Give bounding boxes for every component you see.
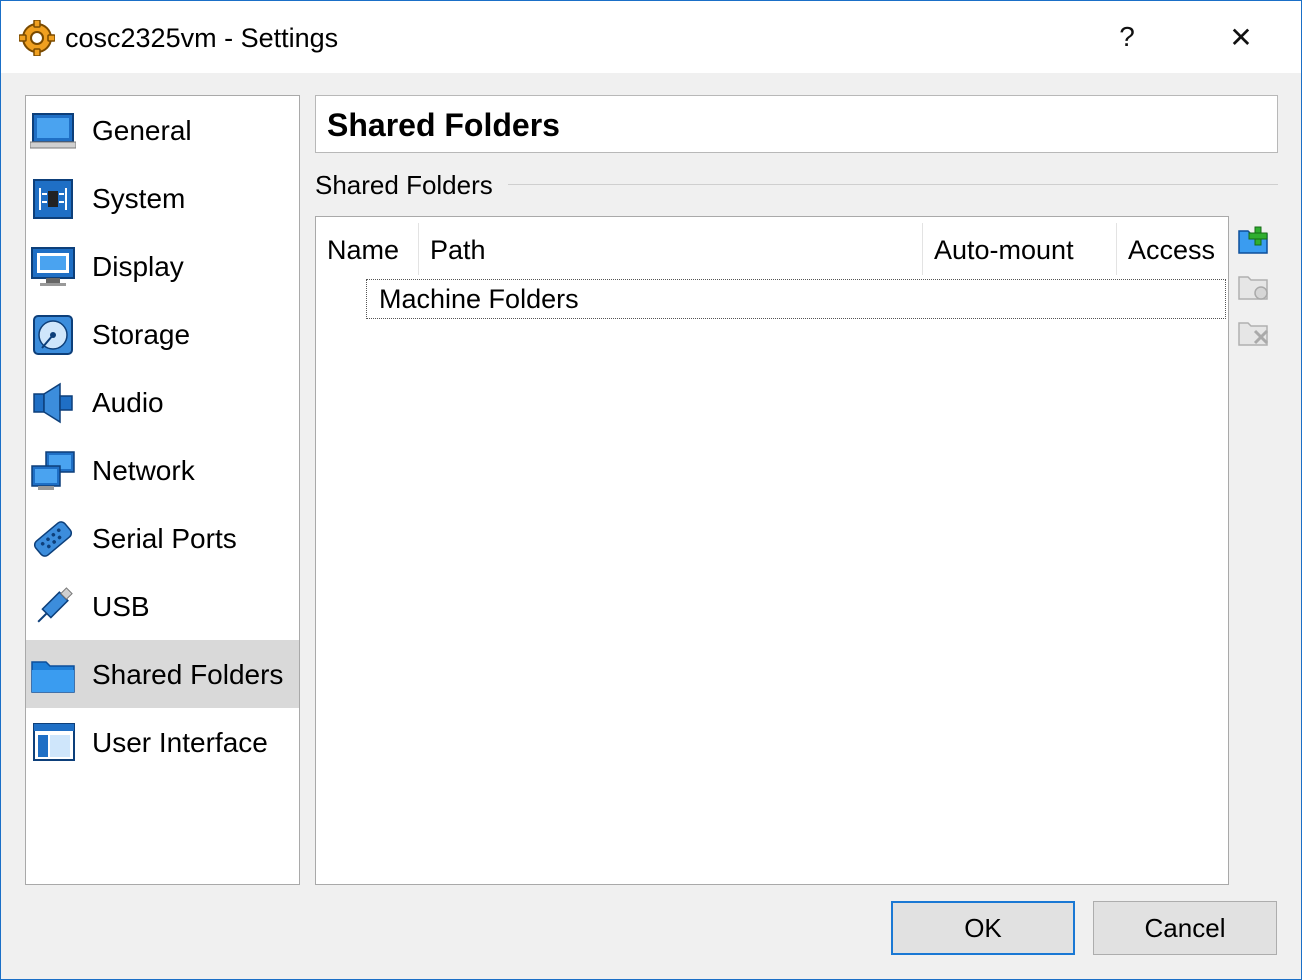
- table-row-label: Machine Folders: [379, 284, 579, 314]
- usb-icon: [37, 587, 73, 623]
- serial-ports-icon: [33, 521, 73, 557]
- sidebar-item-label: Network: [92, 455, 195, 486]
- sidebar-item-label: Audio: [92, 387, 164, 418]
- group-label: Shared Folders: [315, 170, 493, 200]
- shared-folders-icon: [31, 661, 75, 693]
- ok-button[interactable]: OK: [891, 901, 1075, 955]
- group-divider: [508, 184, 1278, 185]
- edit-folder-icon: [1238, 276, 1268, 300]
- column-header-name[interactable]: Name: [327, 217, 399, 275]
- display-icon: [31, 247, 75, 286]
- sidebar-item-label: Storage: [92, 319, 191, 350]
- table-row-machine-folders[interactable]: Machine Folders: [366, 279, 1226, 319]
- page-title: Shared Folders: [327, 107, 560, 143]
- sidebar-item-label: Serial Ports: [92, 523, 237, 554]
- sidebar-item-system[interactable]: System: [26, 164, 299, 232]
- window-title: cosc2325vm - Settings: [65, 23, 339, 53]
- column-header-auto-mount[interactable]: Auto-mount: [934, 217, 1074, 275]
- sidebar-item-label: User Interface: [92, 727, 268, 758]
- column-separator: [418, 223, 419, 275]
- add-folder-icon[interactable]: [1237, 223, 1271, 257]
- sidebar-item-serial-ports[interactable]: Serial Ports: [26, 504, 299, 572]
- sidebar-item-label: General: [92, 115, 192, 146]
- sidebar-item-network[interactable]: Network: [26, 436, 299, 504]
- sidebar-item-label: Display: [92, 251, 184, 282]
- settings-sidebar: General System Display Storage Audio Net…: [25, 95, 300, 885]
- storage-icon: [33, 315, 73, 355]
- sidebar-item-label: System: [92, 183, 186, 214]
- sidebar-item-label: Shared Folders: [92, 659, 284, 690]
- sidebar-item-usb[interactable]: USB: [26, 572, 299, 640]
- user-interface-icon: [33, 723, 75, 761]
- shared-folders-table[interactable]: Name Path Auto-mount Access Machine Fold…: [315, 216, 1229, 885]
- general-icon: [30, 113, 76, 149]
- remove-folder-icon: [1238, 322, 1269, 346]
- audio-icon: [33, 382, 73, 424]
- sidebar-item-audio[interactable]: Audio: [26, 368, 299, 436]
- column-header-access[interactable]: Access: [1128, 217, 1215, 275]
- help-button[interactable]: ?: [1097, 13, 1157, 61]
- column-separator: [1116, 223, 1117, 275]
- column-separator: [922, 223, 923, 275]
- system-icon: [33, 179, 73, 219]
- sidebar-item-display[interactable]: Display: [26, 232, 299, 300]
- sidebar-item-shared-folders[interactable]: Shared Folders: [26, 640, 299, 708]
- sidebar-item-label: USB: [92, 591, 150, 622]
- close-button[interactable]: ✕: [1211, 13, 1271, 61]
- sidebar-item-user-interface[interactable]: User Interface: [26, 708, 299, 776]
- settings-window: cosc2325vm - Settings ? ✕ General System…: [0, 0, 1302, 980]
- network-icon: [31, 451, 75, 490]
- page-header: Shared Folders: [315, 95, 1278, 153]
- sidebar-item-storage[interactable]: Storage: [26, 300, 299, 368]
- sidebar-item-general[interactable]: General: [26, 96, 299, 164]
- app-gear-icon: [19, 20, 55, 56]
- column-header-path[interactable]: Path: [430, 217, 486, 275]
- cancel-button[interactable]: Cancel: [1093, 901, 1277, 955]
- title-bar[interactable]: cosc2325vm - Settings ? ✕: [1, 1, 1301, 73]
